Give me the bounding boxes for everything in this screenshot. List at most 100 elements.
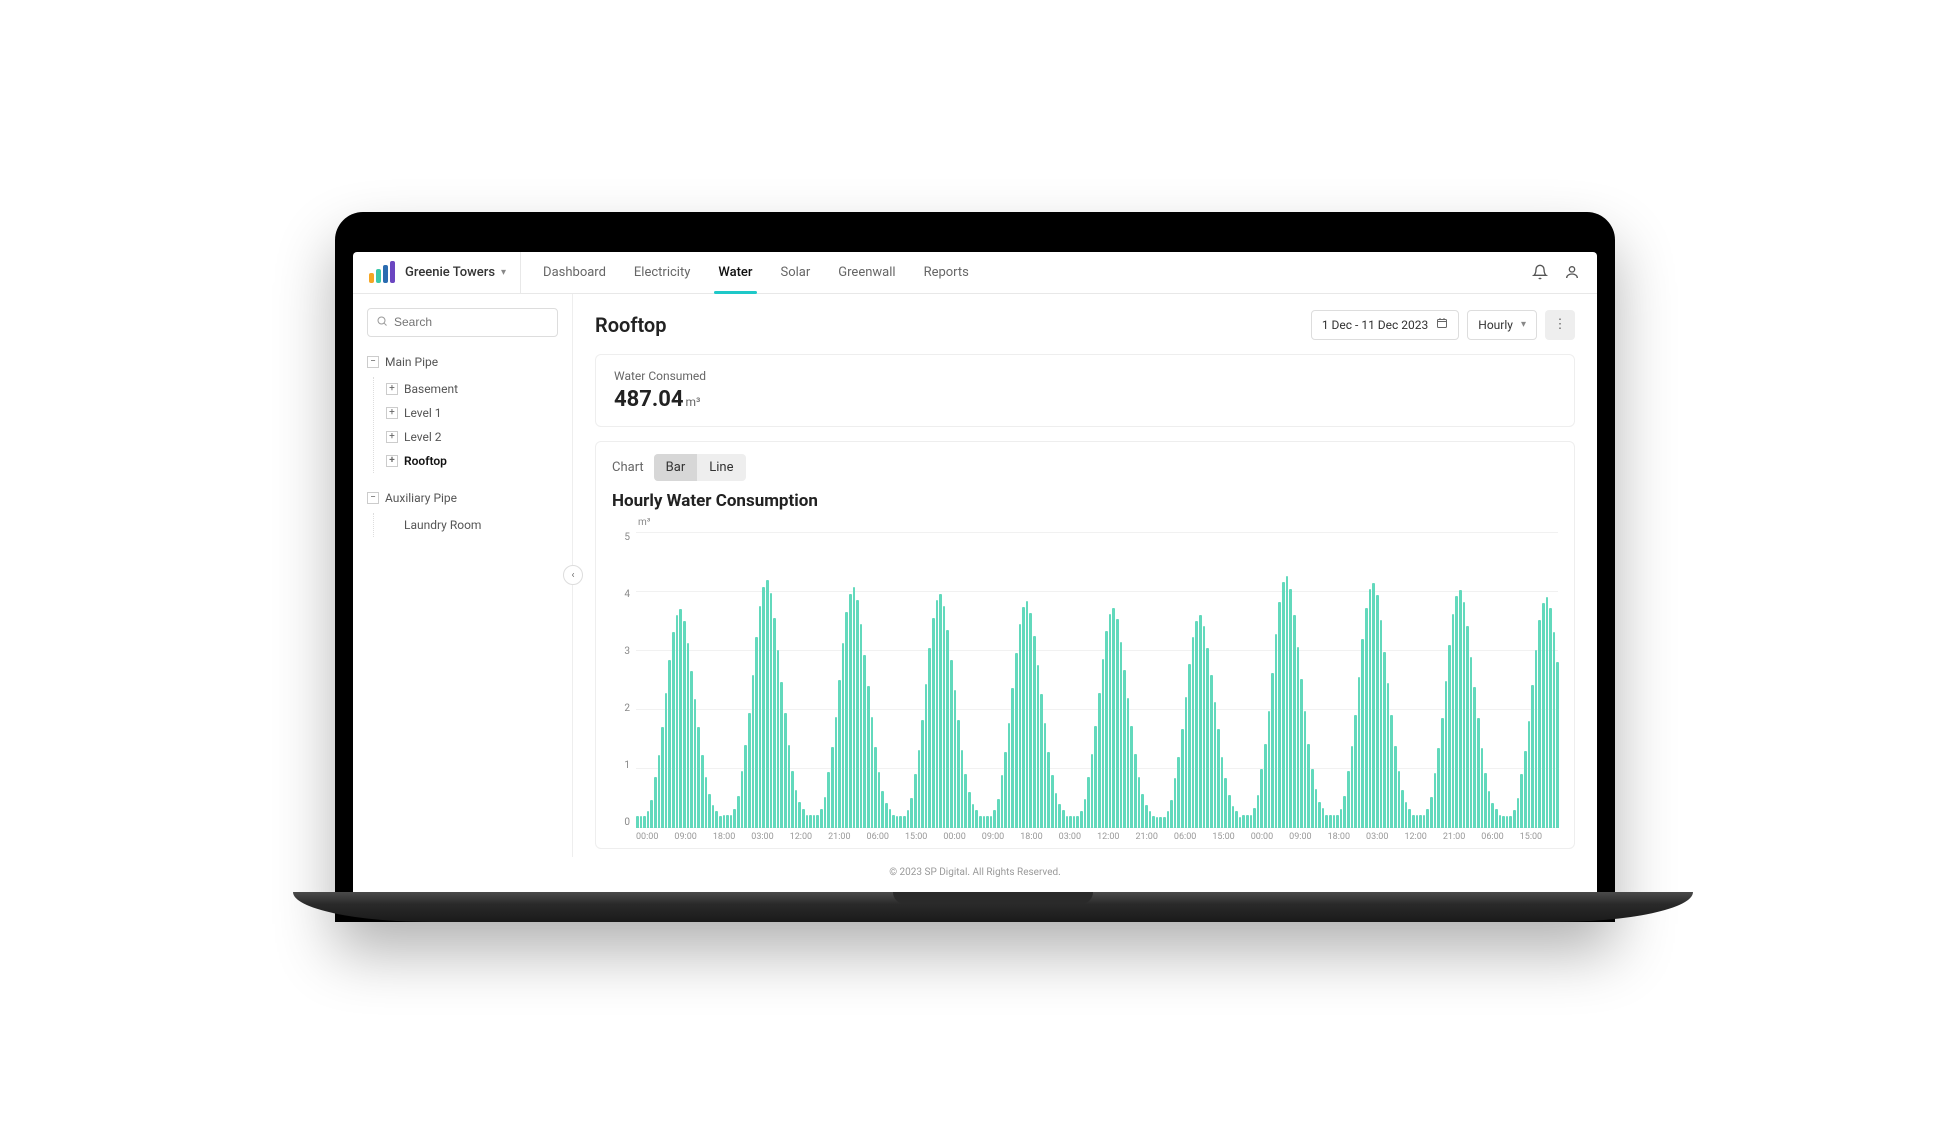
- bar: [1365, 608, 1368, 828]
- bar: [925, 684, 928, 828]
- tree-item-laundry-room[interactable]: Laundry Room: [386, 513, 558, 537]
- nav-tab-electricity[interactable]: Electricity: [620, 252, 704, 293]
- bar: [798, 802, 801, 827]
- bar: [1253, 808, 1256, 827]
- bar: [1192, 637, 1195, 828]
- bar: [1073, 816, 1076, 827]
- y-tick: 3: [624, 646, 630, 657]
- bar: [1149, 811, 1152, 828]
- expand-icon[interactable]: +: [386, 383, 398, 395]
- bar: [1076, 816, 1079, 827]
- x-tick: 18:00: [1020, 832, 1058, 842]
- bar: [1499, 815, 1502, 827]
- bar: [1293, 615, 1296, 828]
- bar: [964, 774, 967, 828]
- x-tick: 15:00: [1212, 832, 1250, 842]
- collapse-icon[interactable]: −: [367, 356, 379, 368]
- page-title: Rooftop: [595, 313, 667, 337]
- bar: [867, 686, 870, 828]
- bar: [813, 815, 816, 827]
- bar: [1170, 800, 1173, 827]
- nav-tab-dashboard[interactable]: Dashboard: [529, 252, 620, 293]
- bar: [1127, 698, 1130, 827]
- expand-icon[interactable]: +: [386, 407, 398, 419]
- nav-tab-solar[interactable]: Solar: [767, 252, 825, 293]
- tree-item-level-1[interactable]: +Level 1: [386, 401, 558, 425]
- bar: [1246, 815, 1249, 828]
- bar: [1250, 815, 1253, 828]
- granularity-select[interactable]: Hourly ▾: [1467, 310, 1537, 340]
- tree-group-auxiliary-pipe[interactable]: −Auxiliary Pipe: [367, 487, 558, 509]
- bar: [1506, 816, 1509, 828]
- nav-tab-water[interactable]: Water: [704, 252, 766, 293]
- sidebar-collapse-handle[interactable]: ‹: [563, 565, 583, 585]
- bar: [827, 772, 830, 827]
- topbar-right: [1531, 263, 1581, 281]
- tree-item-rooftop[interactable]: +Rooftop: [386, 449, 558, 473]
- bar: [899, 816, 902, 828]
- summary-label: Water Consumed: [614, 369, 834, 383]
- chart-bars: [636, 532, 1558, 828]
- bar: [752, 675, 755, 827]
- x-tick: 12:00: [1097, 832, 1135, 842]
- bar: [1325, 815, 1328, 828]
- nav-tab-greenwall[interactable]: Greenwall: [824, 252, 909, 293]
- bar: [1542, 603, 1545, 828]
- bar: [755, 637, 758, 827]
- bar: [1260, 769, 1263, 827]
- bar: [1289, 589, 1292, 828]
- tree-item-level-2[interactable]: +Level 2: [386, 425, 558, 449]
- bar: [1333, 815, 1336, 828]
- bar: [654, 777, 657, 827]
- bar: [730, 815, 733, 828]
- tree-group-main-pipe[interactable]: −Main Pipe: [367, 351, 558, 373]
- bar: [1390, 715, 1393, 828]
- bar: [1029, 613, 1032, 828]
- x-tick: 06:00: [867, 832, 905, 842]
- bar: [809, 815, 812, 827]
- search-box[interactable]: [367, 308, 558, 337]
- site-selector[interactable]: Greenie Towers ▾: [405, 252, 521, 293]
- expand-icon[interactable]: +: [386, 431, 398, 443]
- bar: [1145, 805, 1148, 827]
- bar: [1264, 744, 1267, 828]
- bar: [672, 632, 675, 828]
- more-menu-button[interactable]: ⋮: [1545, 310, 1575, 340]
- bar: [1513, 810, 1516, 828]
- bar: [853, 587, 856, 827]
- bar: [1214, 702, 1217, 827]
- bar: [1405, 802, 1408, 827]
- y-tick: 1: [624, 760, 630, 771]
- bar: [1412, 815, 1415, 828]
- bar: [1022, 607, 1025, 827]
- bar: [1347, 771, 1350, 827]
- expand-icon[interactable]: +: [386, 455, 398, 467]
- bar: [835, 717, 838, 828]
- bar: [1206, 648, 1209, 828]
- bar: [1152, 816, 1155, 827]
- bar: [1434, 773, 1437, 828]
- topbar: Greenie Towers ▾ DashboardElectricityWat…: [353, 252, 1597, 294]
- bar: [1109, 614, 1112, 828]
- tree-item-basement[interactable]: +Basement: [386, 377, 558, 401]
- nav-tab-reports[interactable]: Reports: [910, 252, 983, 293]
- search-input[interactable]: [394, 315, 549, 329]
- bar: [665, 693, 668, 827]
- bar: [661, 727, 664, 828]
- bar: [903, 816, 906, 828]
- bar: [784, 713, 787, 827]
- bar: [636, 816, 639, 827]
- bell-icon[interactable]: [1531, 263, 1549, 281]
- bar: [1477, 718, 1480, 828]
- bar: [1091, 754, 1094, 827]
- chart-type-bar[interactable]: Bar: [654, 454, 698, 481]
- bar: [1502, 816, 1505, 828]
- bar: [1372, 583, 1375, 828]
- bar: [1001, 775, 1004, 827]
- bar: [744, 745, 747, 827]
- bar: [824, 797, 827, 828]
- user-icon[interactable]: [1563, 263, 1581, 281]
- chart-type-line[interactable]: Line: [697, 454, 745, 481]
- date-range-picker[interactable]: 1 Dec - 11 Dec 2023: [1311, 310, 1459, 340]
- collapse-icon[interactable]: −: [367, 492, 379, 504]
